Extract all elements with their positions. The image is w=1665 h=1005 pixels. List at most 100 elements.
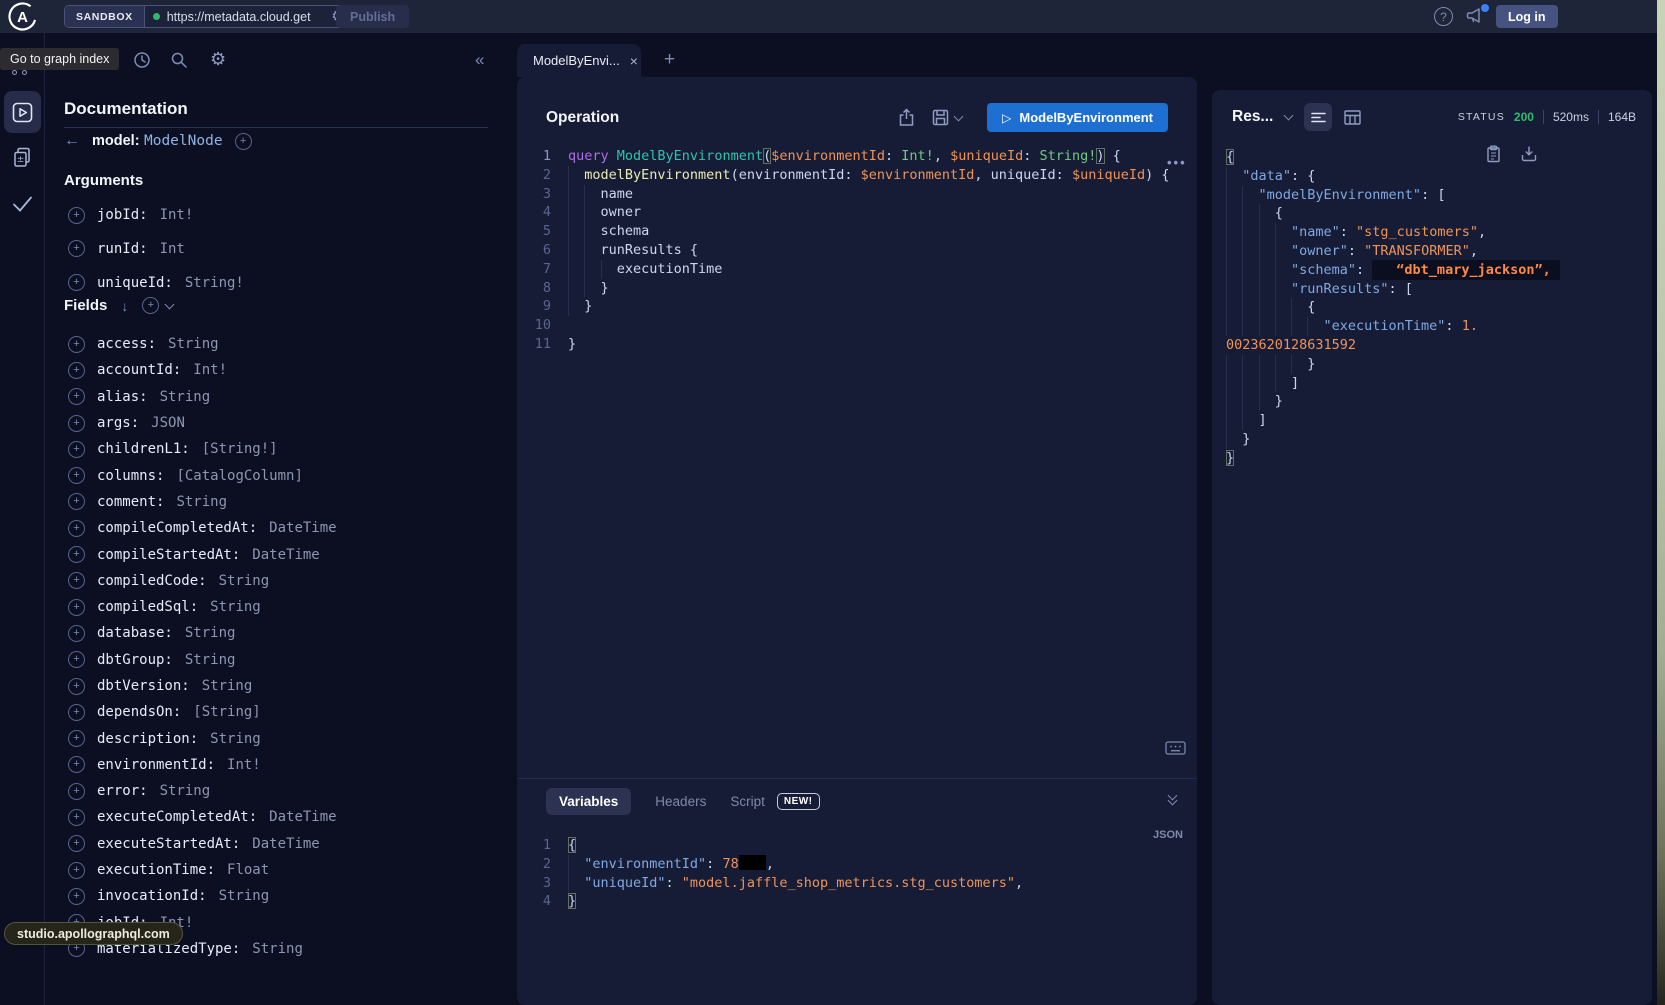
help-icon[interactable]: ? — [1434, 7, 1453, 26]
doc-field-row[interactable]: +comment:String — [68, 489, 337, 515]
collapse-panel-icon[interactable]: « — [475, 50, 484, 70]
field-type[interactable]: [String!] — [202, 441, 278, 457]
doc-field-row[interactable]: +accountId:Int! — [68, 357, 337, 383]
response-dropdown-icon[interactable] — [1284, 111, 1294, 121]
add-to-query-icon[interactable]: + — [68, 520, 85, 537]
add-to-query-icon[interactable]: + — [68, 783, 85, 800]
doc-field-row[interactable]: +jobId:Int! — [68, 202, 244, 228]
sort-icon[interactable]: ↓ — [121, 298, 128, 314]
doc-field-row[interactable]: +alias:String — [68, 384, 337, 410]
field-type[interactable]: String — [210, 731, 261, 747]
field-type[interactable]: String — [210, 599, 261, 615]
add-to-query-icon[interactable]: + — [68, 835, 85, 852]
doc-field-row[interactable]: +compiledCode:String — [68, 568, 337, 594]
add-to-query-icon[interactable]: + — [68, 888, 85, 905]
doc-field-row[interactable]: +dbtGroup:String — [68, 647, 337, 673]
add-to-query-icon[interactable]: + — [68, 678, 85, 695]
settings-gear-icon[interactable]: ⚙ — [210, 51, 226, 69]
doc-field-row[interactable]: +dependsOn:[String] — [68, 699, 337, 725]
add-to-query-icon[interactable]: + — [68, 809, 85, 826]
doc-field-row[interactable]: +environmentId:Int! — [68, 752, 337, 778]
field-type[interactable]: Int! — [227, 757, 261, 773]
add-to-query-icon[interactable]: + — [68, 415, 85, 432]
add-to-query-icon[interactable]: + — [68, 704, 85, 721]
doc-field-row[interactable]: +uniqueId:String! — [68, 270, 244, 296]
apollo-logo-icon[interactable]: A — [7, 1, 38, 32]
collapse-variables-icon[interactable] — [1169, 795, 1176, 804]
field-type[interactable]: String — [160, 783, 211, 799]
table-view-button[interactable] — [1344, 110, 1361, 125]
endpoint-url[interactable]: https://metadata.cloud.get — [167, 10, 325, 24]
doc-field-row[interactable]: +database:String — [68, 620, 337, 646]
field-type[interactable]: DateTime — [252, 547, 319, 563]
field-type[interactable]: Float — [227, 862, 269, 878]
add-to-query-icon[interactable]: + — [68, 274, 85, 291]
add-to-query-icon[interactable]: + — [68, 336, 85, 353]
field-type[interactable]: DateTime — [252, 836, 319, 852]
publish-button[interactable]: Publish — [336, 5, 409, 28]
back-arrow-icon[interactable]: ← — [64, 132, 80, 150]
add-to-query-icon[interactable]: + — [68, 651, 85, 668]
sidebar-item-checks[interactable] — [11, 194, 34, 214]
field-type[interactable]: String — [168, 336, 219, 352]
endpoint-url-box[interactable]: https://metadata.cloud.get ⚙ — [145, 6, 353, 27]
doc-field-row[interactable]: +dbtVersion:String — [68, 673, 337, 699]
field-type[interactable]: Int — [160, 241, 185, 257]
tab-modelbyenvironment[interactable]: ModelByEnvi... × — [517, 44, 641, 77]
doc-field-row[interactable]: +compileStartedAt:DateTime — [68, 541, 337, 567]
search-icon[interactable] — [170, 51, 188, 69]
field-type[interactable]: JSON — [151, 415, 185, 431]
doc-field-row[interactable]: +compileCompletedAt:DateTime — [68, 515, 337, 541]
editor-menu-icon[interactable]: ••• — [1167, 155, 1187, 170]
run-operation-button[interactable]: ▷ ModelByEnvironment — [987, 103, 1168, 132]
announcements-icon[interactable] — [1465, 6, 1487, 26]
doc-field-row[interactable]: +runId:Int — [68, 236, 244, 262]
share-icon[interactable] — [898, 108, 915, 127]
tab-headers[interactable]: Headers — [655, 794, 706, 809]
add-to-query-icon[interactable]: + — [68, 599, 85, 616]
tab-script[interactable]: Script — [730, 794, 765, 809]
keyboard-shortcuts-icon[interactable] — [1165, 741, 1186, 755]
add-to-query-icon[interactable]: + — [68, 467, 85, 484]
sidebar-item-collections[interactable]: ± — [11, 146, 34, 170]
login-button[interactable]: Log in — [1496, 5, 1558, 28]
doc-field-row[interactable]: +access:String — [68, 331, 337, 357]
add-to-query-icon[interactable]: + — [68, 388, 85, 405]
field-type[interactable]: String! — [185, 275, 244, 291]
operation-editor[interactable]: 1query ModelByEnvironment($environmentId… — [517, 147, 1170, 354]
add-to-query-icon[interactable]: + — [68, 572, 85, 589]
history-icon[interactable] — [133, 51, 151, 69]
response-viewer[interactable]: {"data": {"modelByEnvironment": [{"name"… — [1226, 148, 1560, 468]
variables-editor[interactable]: 1{2"environmentId": 782,3"uniqueId": "mo… — [517, 836, 1023, 911]
graph-index-icon[interactable] — [12, 70, 27, 75]
field-type[interactable]: String — [160, 389, 211, 405]
doc-field-row[interactable]: +args:JSON — [68, 410, 337, 436]
add-to-query-icon[interactable]: + — [68, 730, 85, 747]
field-type[interactable]: Int! — [160, 207, 194, 223]
doc-field-row[interactable]: +error:String — [68, 778, 337, 804]
field-type[interactable]: String — [252, 941, 303, 957]
doc-field-row[interactable]: +executeStartedAt:DateTime — [68, 831, 337, 857]
add-to-query-icon[interactable]: + — [68, 756, 85, 773]
add-to-query-icon[interactable]: + — [68, 493, 85, 510]
field-type[interactable]: String — [219, 888, 270, 904]
field-type[interactable]: String — [219, 573, 270, 589]
save-button[interactable] — [932, 109, 962, 126]
add-to-query-icon[interactable]: + — [68, 240, 85, 257]
field-type[interactable]: [CatalogColumn] — [176, 468, 302, 484]
doc-field-type-link[interactable]: ModelNode — [144, 133, 223, 149]
add-to-query-icon[interactable]: + — [68, 207, 85, 224]
field-type[interactable]: String — [185, 625, 236, 641]
add-field-icon[interactable]: + — [235, 133, 252, 150]
add-to-query-icon[interactable]: + — [68, 546, 85, 563]
sidebar-item-explorer[interactable] — [4, 91, 41, 133]
tab-variables[interactable]: Variables — [546, 788, 631, 815]
new-tab-icon[interactable]: + — [664, 49, 675, 71]
tab-close-icon[interactable]: × — [630, 53, 638, 69]
doc-field-row[interactable]: +executionTime:Float — [68, 857, 337, 883]
field-type[interactable]: DateTime — [269, 809, 336, 825]
doc-field-row[interactable]: +invocationId:String — [68, 883, 337, 909]
doc-field-row[interactable]: +executeCompletedAt:DateTime — [68, 804, 337, 830]
add-to-query-icon[interactable]: + — [68, 862, 85, 879]
field-type[interactable]: [String] — [193, 704, 260, 720]
